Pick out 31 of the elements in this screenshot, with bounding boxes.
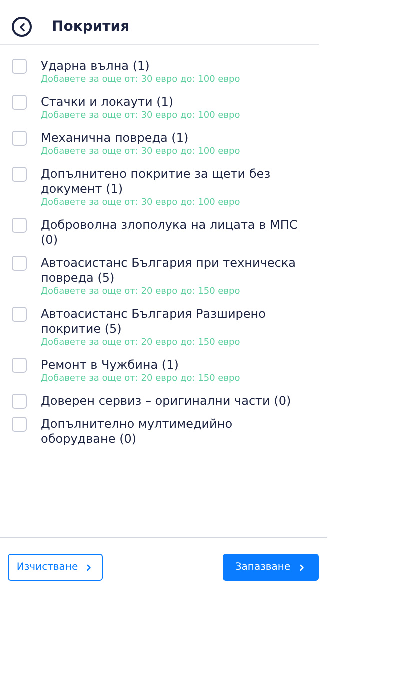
coverage-label: Допълнително мултимедийно оборудване (0) xyxy=(41,417,234,447)
price-hint: Добавете за още от: 30 евро до: 100 евро xyxy=(41,197,242,210)
price-hint: Добавете за още от: 20 евро до: 150 евро xyxy=(41,337,242,350)
coverage-label: Допълнитено покритие за щети без документ (1) xyxy=(41,167,272,197)
checkbox[interactable] xyxy=(12,307,27,322)
page-title: Покрития xyxy=(52,18,130,36)
price-hint: Добавете за още от: 30 евро до: 100 евро xyxy=(41,74,242,87)
checkbox[interactable] xyxy=(12,95,27,110)
coverage-label: Ремонт в Чужбина (1) xyxy=(41,358,180,373)
coverage-label: Доверен сервиз – оригинални части (0) xyxy=(41,394,292,409)
checkbox[interactable] xyxy=(12,417,27,432)
coverage-label: Ударна вълна (1) xyxy=(41,59,151,74)
checkbox[interactable] xyxy=(12,394,27,409)
price-hint: Добавете за още от: 30 евро до: 100 евро xyxy=(41,146,242,159)
price-hint: Добавете за още от: 20 евро до: 150 евро xyxy=(41,286,242,299)
checkbox[interactable] xyxy=(12,167,27,182)
price-hint: Добавете за още от: 20 евро до: 150 евро xyxy=(41,373,242,386)
coverage-label: Автоасистанс България Разширено покритие (5) xyxy=(41,307,267,337)
back-button[interactable] xyxy=(12,17,32,37)
checkbox[interactable] xyxy=(12,218,27,233)
checkbox[interactable] xyxy=(12,59,27,74)
coverage-label: Автоасистанс България при техническа повреда (5) xyxy=(41,256,297,286)
save-button[interactable]: Запазване xyxy=(223,554,319,581)
checkbox[interactable] xyxy=(12,131,27,146)
checkbox[interactable] xyxy=(12,358,27,373)
checkbox[interactable] xyxy=(12,256,27,271)
coverage-label: Доброволна злополука на лицата в МПС (0) xyxy=(41,218,299,248)
clear-button[interactable]: Изчистване xyxy=(8,554,103,581)
price-hint: Добавете за още от: 30 евро до: 100 евро xyxy=(41,110,242,123)
coverage-label: Механична повреда (1) xyxy=(41,131,190,146)
coverage-label: Стачки и локаути (1) xyxy=(41,95,175,110)
